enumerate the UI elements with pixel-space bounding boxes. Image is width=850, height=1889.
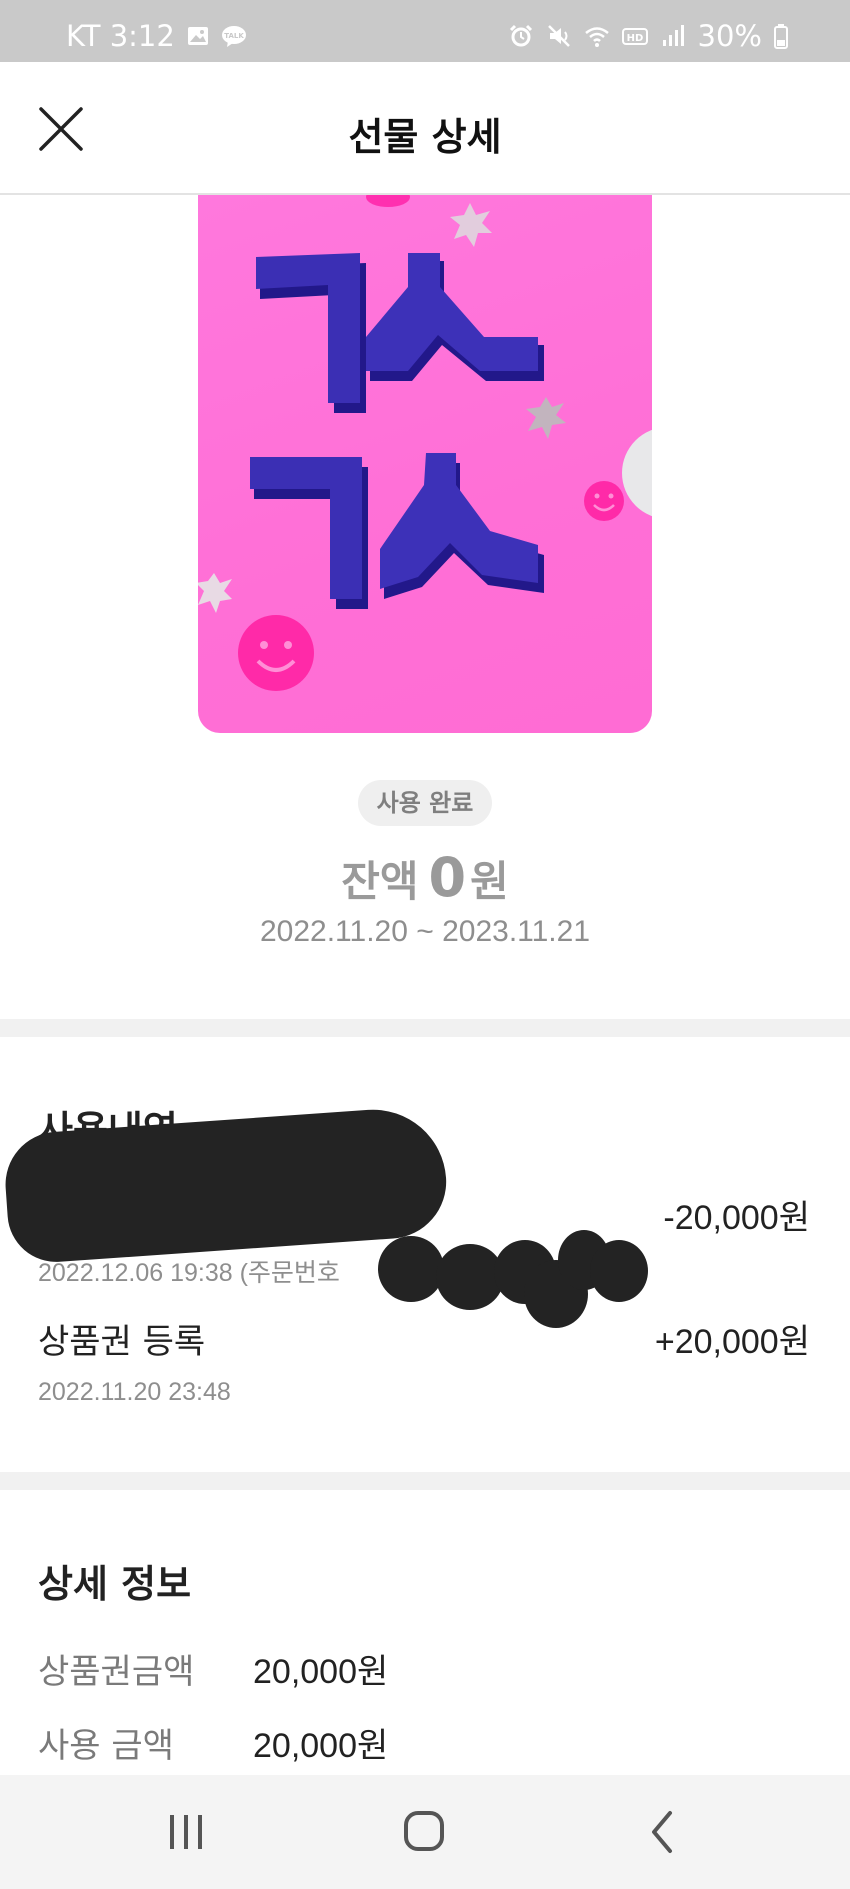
status-badge: 사용 완료 (358, 780, 492, 826)
image-icon (185, 23, 211, 49)
svg-text:HD: HD (626, 33, 643, 44)
details-title: 상세 정보 (38, 1562, 192, 1606)
signal-icon (660, 23, 686, 49)
wifi-icon (584, 23, 610, 49)
status-bar: KT 3:12 TALK HD 30% (0, 0, 850, 62)
hd-icon: HD (621, 23, 648, 49)
mute-icon (546, 23, 572, 49)
section-divider (0, 1019, 850, 1037)
detail-label: 상품권금액 (38, 1652, 195, 1692)
back-icon (652, 1811, 672, 1853)
detail-label: 사용 금액 (38, 1726, 174, 1766)
balance-unit: 원 (470, 857, 509, 906)
balance-label: 잔액 (341, 857, 419, 906)
detail-value: 20,000원 (253, 1653, 389, 1691)
talk-icon: TALK (221, 23, 247, 49)
recent-apps-icon (170, 1815, 202, 1849)
app-header: 선물 상세 (0, 62, 850, 195)
svg-text:TALK: TALK (224, 32, 244, 40)
home-button[interactable] (394, 1807, 454, 1857)
carrier-time: KT 3:12 (66, 19, 175, 53)
back-button[interactable] (634, 1807, 694, 1857)
history-label: 상품권 등록 (38, 1322, 206, 1362)
history-amount: +20,000원 (654, 1323, 810, 1361)
alarm-icon (508, 23, 534, 49)
history-amount: -20,000원 (663, 1199, 810, 1237)
section-divider (0, 1472, 850, 1490)
page-title: 선물 상세 (348, 115, 502, 159)
status-bar-left: KT 3:12 TALK (66, 19, 247, 53)
detail-value: 20,000원 (253, 1727, 389, 1765)
validity-period: 2022.11.20 ~ 2023.11.21 (259, 915, 591, 948)
battery-icon (774, 23, 788, 49)
history-date: 2022.11.20 23:48 (38, 1378, 231, 1406)
home-icon (404, 1811, 444, 1851)
battery-percent: 30% (697, 19, 762, 53)
balance-amount: 0 (428, 846, 467, 909)
system-nav-bar (0, 1775, 850, 1889)
balance-display: 잔액 0원 (0, 846, 850, 909)
gift-card-image (198, 195, 652, 733)
recent-apps-button[interactable] (156, 1807, 216, 1857)
status-bar-right: HD 30% (508, 19, 788, 53)
